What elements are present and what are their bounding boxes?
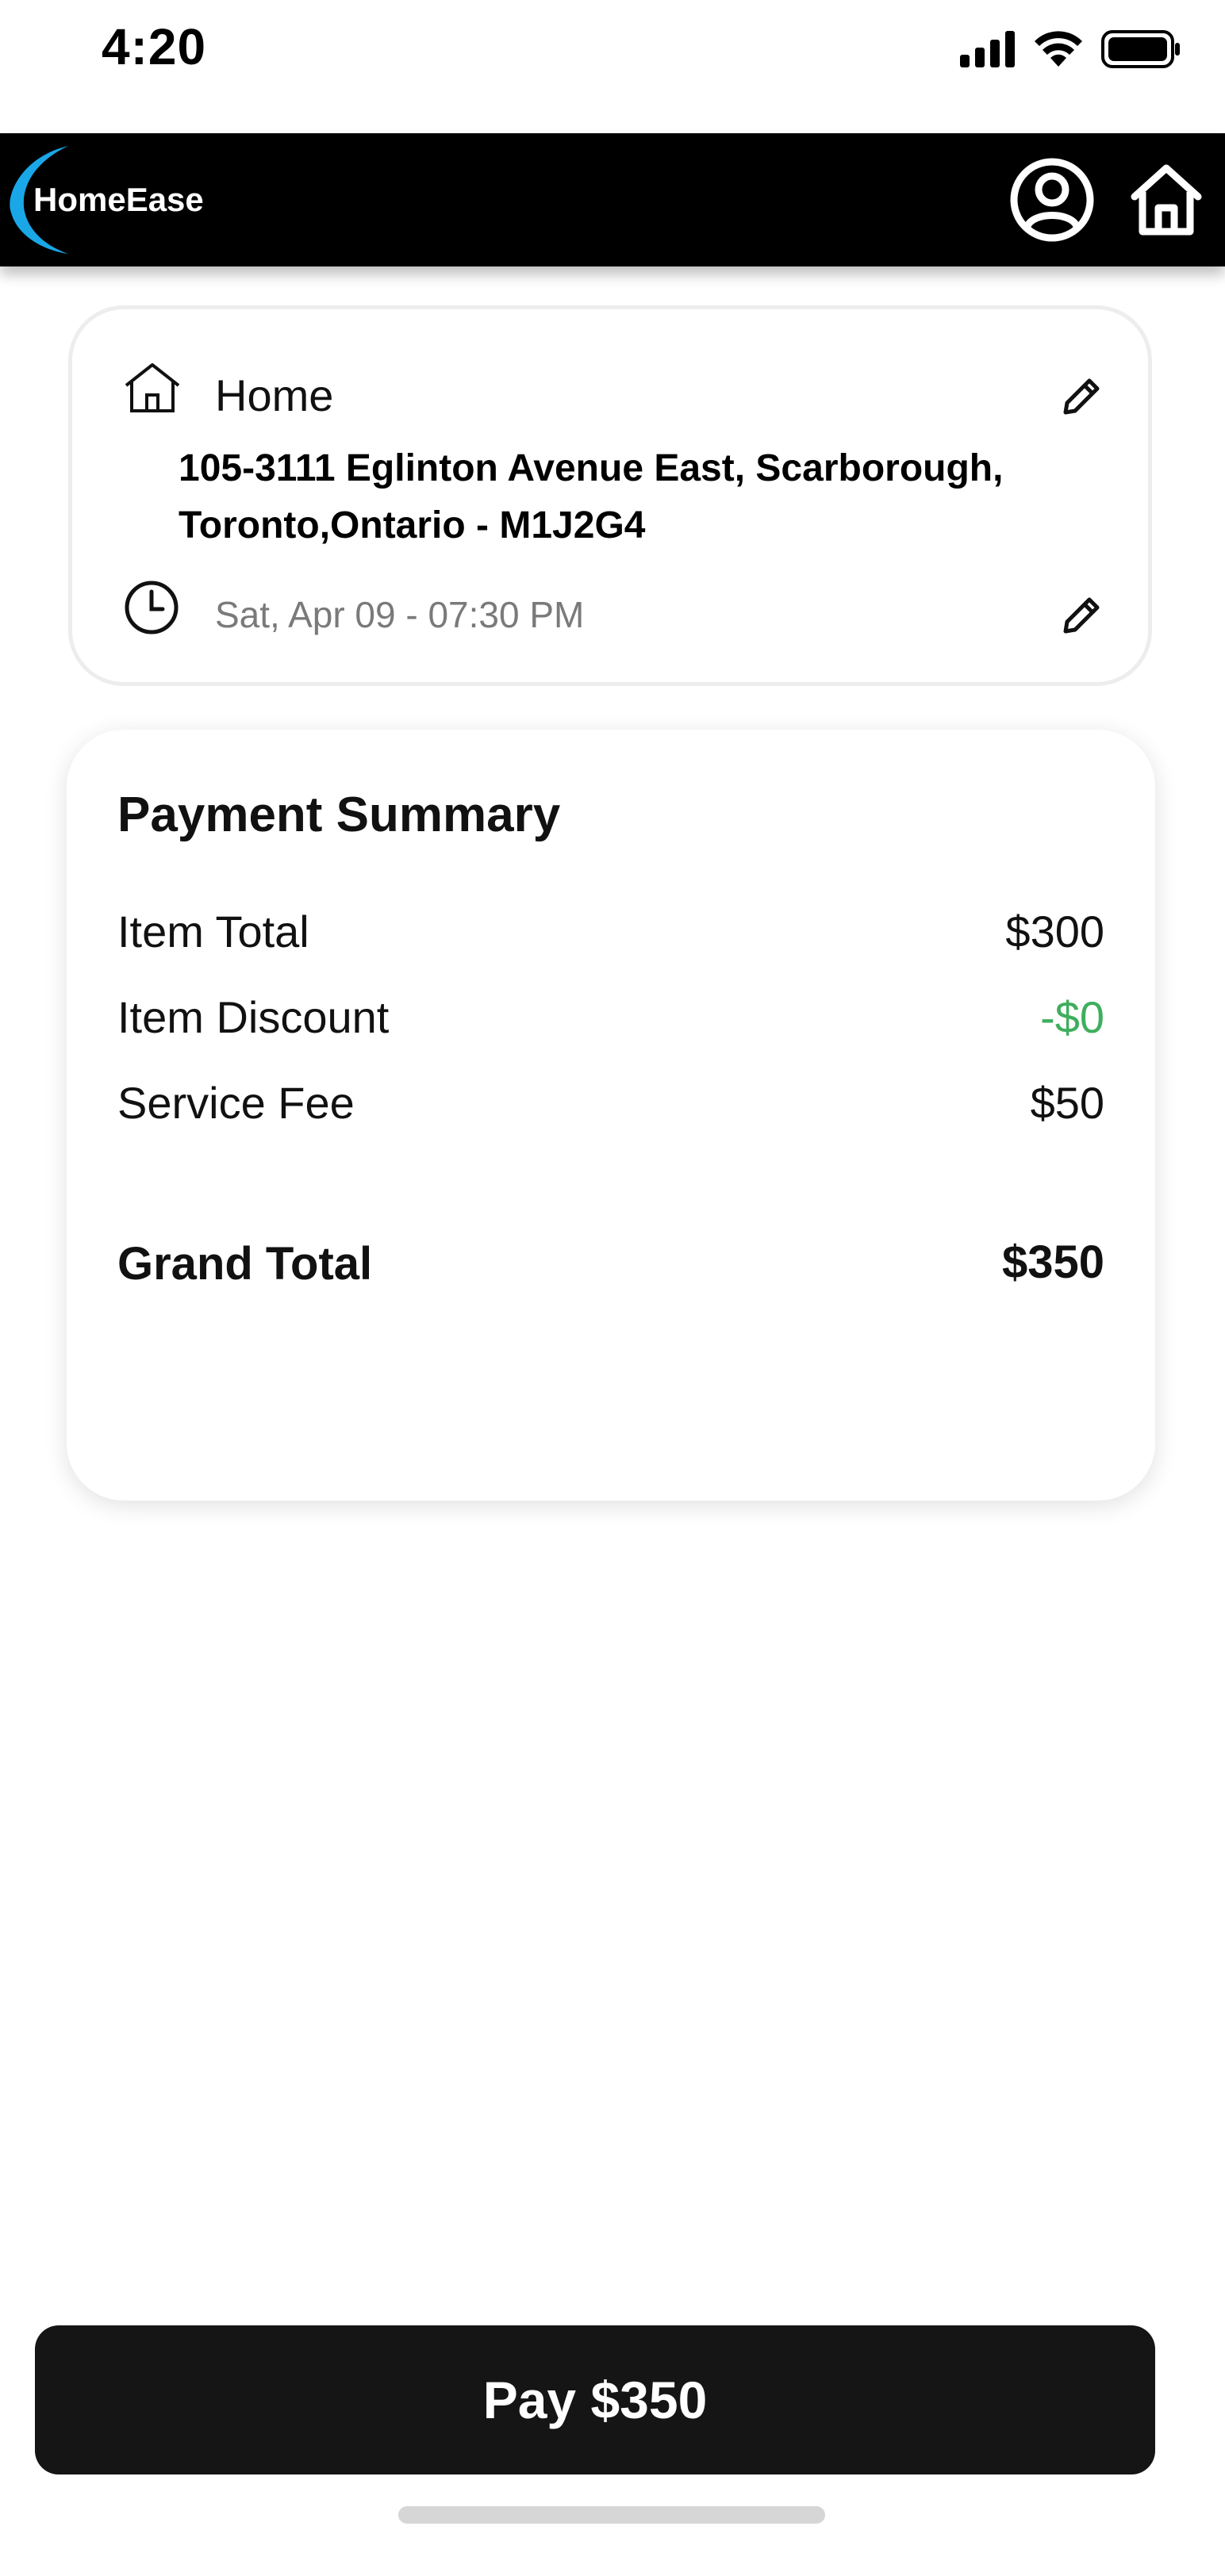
app-header: HomeEase [0, 133, 1225, 266]
schedule-text: Sat, Apr 09 - 07:30 PM [215, 594, 585, 635]
home-icon [1131, 164, 1202, 236]
profile-icon [1010, 158, 1094, 242]
battery-icon [1101, 30, 1181, 72]
home-indicator[interactable] [398, 2506, 825, 2524]
edit-schedule-button[interactable] [1050, 584, 1113, 647]
clock-icon [125, 581, 179, 634]
service-fee-value: $50 [1030, 1078, 1104, 1128]
item-total-label: Item Total [117, 907, 309, 956]
address-text: 105-3111 Eglinton Avenue East, Scarborou… [179, 447, 1004, 546]
address-label: Home [215, 370, 334, 420]
brand-logo[interactable]: HomeEase [5, 141, 267, 259]
service-fee-label: Service Fee [117, 1078, 355, 1128]
profile-button[interactable] [1000, 148, 1104, 252]
item-discount-value: -$0 [1040, 992, 1104, 1042]
grand-total-value: $350 [1001, 1236, 1104, 1288]
pencil-icon [1063, 378, 1100, 415]
house-icon [125, 363, 180, 412]
wifi-icon [1033, 30, 1084, 72]
signal-icon [960, 31, 1016, 71]
item-total-value: $300 [1005, 907, 1104, 956]
grand-total-label: Grand Total [117, 1238, 373, 1290]
status-bar: 4:20 [0, 0, 1225, 133]
pay-button[interactable]: Pay $350 [35, 2325, 1155, 2474]
edit-address-button[interactable] [1050, 365, 1113, 428]
item-discount-label: Item Discount [117, 992, 390, 1042]
home-button[interactable] [1114, 148, 1219, 252]
pencil-icon [1063, 597, 1100, 634]
status-icons [960, 30, 1181, 72]
payment-summary-card: Payment Summary Item Total $300 Item Dis… [67, 730, 1155, 1501]
address-card: Home 105-3111 Eglinton Avenue East, Scar… [68, 305, 1152, 686]
summary-title: Payment Summary [117, 788, 561, 842]
status-time: 4:20 [102, 18, 207, 75]
brand-name: HomeEase [33, 181, 204, 218]
